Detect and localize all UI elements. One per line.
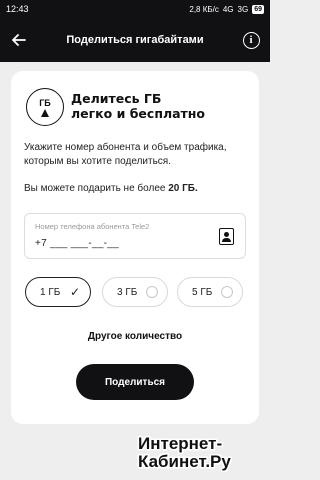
headline: Делитесь ГБ легко и бесплатно [71, 91, 205, 121]
arrow-up-icon [41, 108, 49, 117]
status-time: 12:43 [6, 4, 29, 14]
share-card: ГБ Делитесь ГБ легко и бесплатно Укажите… [11, 71, 259, 424]
other-amount-link[interactable]: Другое количество [11, 331, 259, 342]
option-label: 1 ГБ [40, 286, 61, 298]
gigabyte-gift-icon: ГБ [26, 88, 64, 126]
gb-icon-label: ГБ [39, 97, 51, 108]
page-title: Поделиться гигабайтами [66, 34, 204, 46]
option-5gb[interactable]: 5 ГБ [177, 277, 243, 307]
radio-icon [221, 286, 233, 298]
signal-3g: 3G [237, 4, 249, 14]
phone-number-field[interactable]: Номер телефона абонента Tele2 +7 ___ ___… [24, 213, 246, 259]
description-text: Укажите номер абонента и объем трафика, … [24, 142, 227, 167]
option-label: 3 ГБ [117, 286, 138, 298]
network-speed: 2,8 КБ/с [189, 4, 219, 14]
back-button[interactable] [0, 18, 38, 62]
option-1gb[interactable]: 1 ГБ ✓ [25, 277, 91, 307]
battery-icon: 69 [252, 4, 264, 14]
phone-input[interactable]: +7 ___ ___-__-__ [35, 238, 119, 249]
info-icon: i [242, 31, 260, 49]
headline-line-1: Делитесь ГБ [71, 91, 162, 106]
check-icon: ✓ [69, 285, 80, 299]
info-button[interactable]: i [232, 18, 270, 62]
contacts-icon[interactable] [219, 228, 234, 245]
signal-4g: 4G [222, 4, 234, 14]
option-label: 5 ГБ [192, 286, 213, 298]
arrow-left-icon [12, 34, 26, 46]
limit-value: 20 ГБ. [168, 183, 198, 194]
watermark: Интернет- Кабинет.Ру [138, 435, 231, 471]
radio-icon [146, 286, 158, 298]
limit-text: Вы можете подарить не более 20 ГБ. [24, 182, 249, 196]
watermark-line-1: Интернет- [138, 434, 223, 453]
phone-field-label: Номер телефона абонента Tele2 [35, 222, 150, 231]
share-button[interactable]: Поделиться [76, 364, 194, 400]
watermark-line-2: Кабинет.Ру [138, 452, 231, 471]
status-bar: 12:43 2,8 КБ/с 4G 3G 69 [0, 0, 270, 18]
option-3gb[interactable]: 3 ГБ [102, 277, 168, 307]
headline-line-2: легко и бесплатно [71, 106, 206, 121]
app-bar: Поделиться гигабайтами i [0, 18, 270, 62]
limit-prefix: Вы можете подарить не более [24, 183, 169, 194]
status-indicators: 2,8 КБ/с 4G 3G 69 [189, 4, 264, 14]
